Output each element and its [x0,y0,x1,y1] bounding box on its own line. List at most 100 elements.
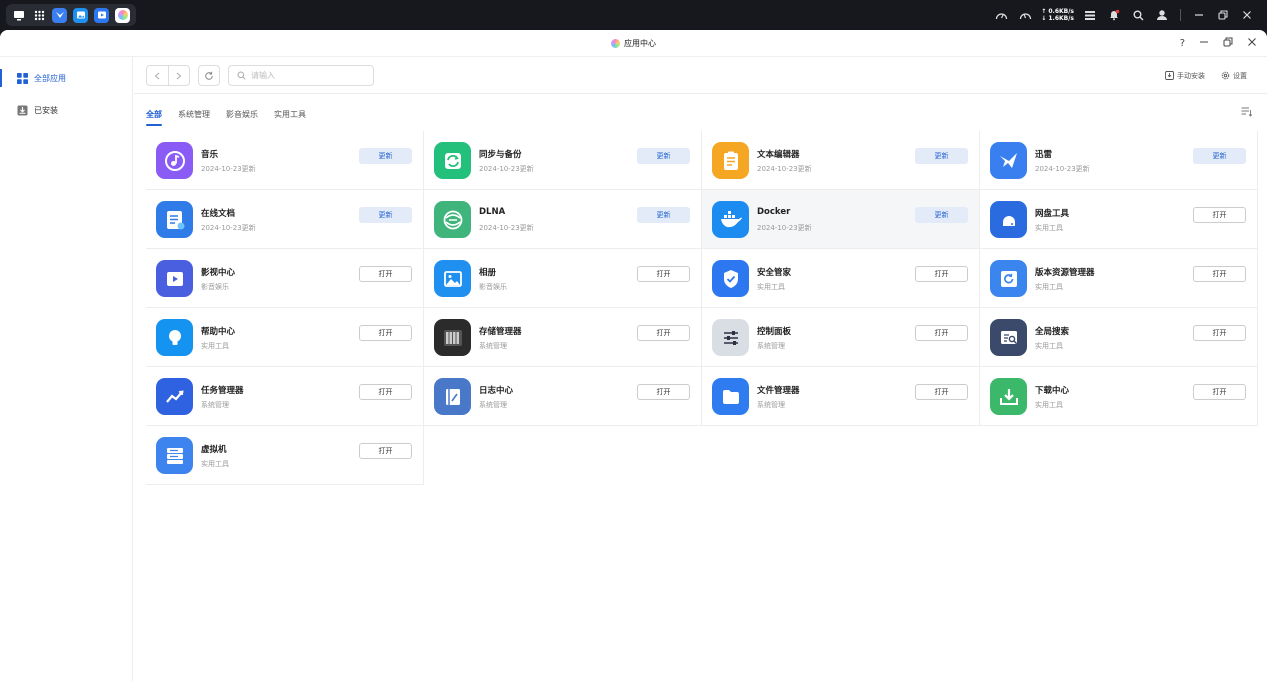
sort-filter-button[interactable] [1241,107,1253,120]
open-button[interactable]: 打开 [359,443,412,459]
open-button[interactable]: 打开 [915,384,968,400]
open-button[interactable]: 打开 [637,325,690,341]
close-button[interactable] [1247,37,1257,50]
taskbar-minimize-icon[interactable] [1191,7,1207,23]
app-center-logo-icon [611,38,620,48]
back-button[interactable] [147,66,169,85]
document-icon [156,201,193,238]
update-button[interactable]: 更新 [915,148,968,164]
app-name: 安全管家 [757,268,792,278]
open-button[interactable]: 打开 [915,266,968,282]
photos-icon[interactable] [73,7,88,23]
tab-media-entertainment[interactable]: 影音娱乐 [226,104,258,124]
open-button[interactable]: 打开 [1193,384,1246,400]
app-subtitle: 实用工具 [201,460,229,468]
app-subtitle: 实用工具 [757,283,785,291]
update-button[interactable]: 更新 [359,207,412,223]
open-button[interactable]: 打开 [637,384,690,400]
app-card-video-center[interactable]: 影视中心 影音娱乐 打开 [146,249,424,308]
tray-divider [1180,9,1181,21]
app-card-global-search[interactable]: 全局搜索 实用工具 打开 [980,308,1258,367]
toolbar: 手动安装 设置 [134,57,1267,94]
bulb-icon [156,319,193,356]
app-name: 文本编辑器 [757,150,800,160]
settings-button[interactable]: 设置 [1221,71,1247,81]
app-card-task-manager[interactable]: 任务管理器 系统管理 打开 [146,367,424,426]
app-card-log-center[interactable]: 日志中心 系统管理 打开 [424,367,702,426]
forward-button[interactable] [169,66,190,85]
app-card-version-explorer[interactable]: 版本资源管理器 实用工具 打开 [980,249,1258,308]
app-card-music[interactable]: 音乐 2024-10-23更新 更新 [146,131,424,190]
refresh-button[interactable] [198,65,220,86]
app-card-cloud-drive-tool[interactable]: 网盘工具 实用工具 打开 [980,190,1258,249]
app-card-storage-manager[interactable]: 存储管理器 系统管理 打开 [424,308,702,367]
open-button[interactable]: 打开 [637,266,690,282]
resource-monitor-icon[interactable] [1082,7,1098,23]
open-button[interactable]: 打开 [359,266,412,282]
net-up: ↑ 0.6KB/s [1041,8,1074,15]
sidebar-item-all-apps[interactable]: 全部应用 [0,63,132,93]
app-name: 全局搜索 [1035,327,1070,337]
update-button[interactable]: 更新 [637,207,690,223]
cpu-gauge-icon[interactable] [993,7,1009,23]
sidebar-item-installed[interactable]: 已安装 [0,95,132,125]
update-button[interactable]: 更新 [915,207,968,223]
app-name: 虚拟机 [201,445,227,455]
open-button[interactable]: 打开 [1193,207,1246,223]
user-icon[interactable] [1154,7,1170,23]
app-subtitle: 实用工具 [201,342,229,350]
tab-utilities[interactable]: 实用工具 [274,104,306,124]
manual-install-button[interactable]: 手动安装 [1165,71,1205,81]
taskbar-close-icon[interactable] [1239,7,1255,23]
app-grid-icon[interactable] [32,8,46,22]
taskbar-restore-icon[interactable] [1215,7,1231,23]
open-button[interactable]: 打开 [359,384,412,400]
tab-all[interactable]: 全部 [146,104,162,126]
app-card-file-manager[interactable]: 文件管理器 系统管理 打开 [702,367,980,426]
search-icon[interactable] [1130,7,1146,23]
app-card-dlna[interactable]: DLNA 2024-10-23更新 更新 [424,190,702,249]
open-button[interactable]: 打开 [915,325,968,341]
update-button[interactable]: 更新 [359,148,412,164]
help-button[interactable]: ? [1180,38,1185,49]
app-card-thunder[interactable]: 迅雷 2024-10-23更新 更新 [980,131,1258,190]
app-card-text-editor[interactable]: 文本编辑器 2024-10-23更新 更新 [702,131,980,190]
app-name: 迅雷 [1035,150,1053,160]
restore-button[interactable] [1223,37,1233,50]
tab-system-management[interactable]: 系统管理 [178,104,210,124]
app-card-docker[interactable]: Docker 2024-10-23更新 更新 [702,190,980,249]
app-card-virtual-machine[interactable]: 虚拟机实用工具 打开 [146,426,424,485]
open-button[interactable]: 打开 [359,325,412,341]
app-card-help-center[interactable]: 帮助中心 实用工具 打开 [146,308,424,367]
settings-label: 设置 [1233,71,1247,80]
app-card-photos[interactable]: 相册 影音娱乐 打开 [424,249,702,308]
app-subtitle: 2024-10-23更新 [479,224,534,232]
gear-icon [1221,71,1230,80]
cloud-drive-icon [990,201,1027,238]
app-card-control-panel[interactable]: 控制面板 系统管理 打开 [702,308,980,367]
dlna-icon [434,201,471,238]
app-card-download-center[interactable]: 下载中心 实用工具 打开 [980,367,1258,426]
search-input[interactable] [251,71,361,80]
app-grid: 音乐 2024-10-23更新 更新 同步与备份 2024-10-23更新 更新 文本编辑器… [146,131,1258,485]
open-button[interactable]: 打开 [1193,325,1246,341]
app-card-sync-backup[interactable]: 同步与备份 2024-10-23更新 更新 [424,131,702,190]
install-icon [1165,71,1174,80]
sync-icon [434,142,471,179]
client-icon[interactable] [52,7,67,23]
update-button[interactable]: 更新 [1193,148,1246,164]
ram-gauge-icon[interactable] [1017,7,1033,23]
app-card-online-docs[interactable]: 在线文档 2024-10-23更新 更新 [146,190,424,249]
whale-icon [712,201,749,238]
desktop-icon[interactable] [12,8,26,22]
video-center-icon[interactable] [94,7,109,23]
app-card-security-manager[interactable]: 安全管家实用工具 打开 [702,249,980,308]
window-title-group: 应用中心 [611,38,656,49]
app-center-icon[interactable] [115,7,130,23]
log-icon [434,378,471,415]
minimize-button[interactable] [1199,37,1209,50]
notepad-icon [712,142,749,179]
notification-bell-icon[interactable] [1106,7,1122,23]
update-button[interactable]: 更新 [637,148,690,164]
open-button[interactable]: 打开 [1193,266,1246,282]
